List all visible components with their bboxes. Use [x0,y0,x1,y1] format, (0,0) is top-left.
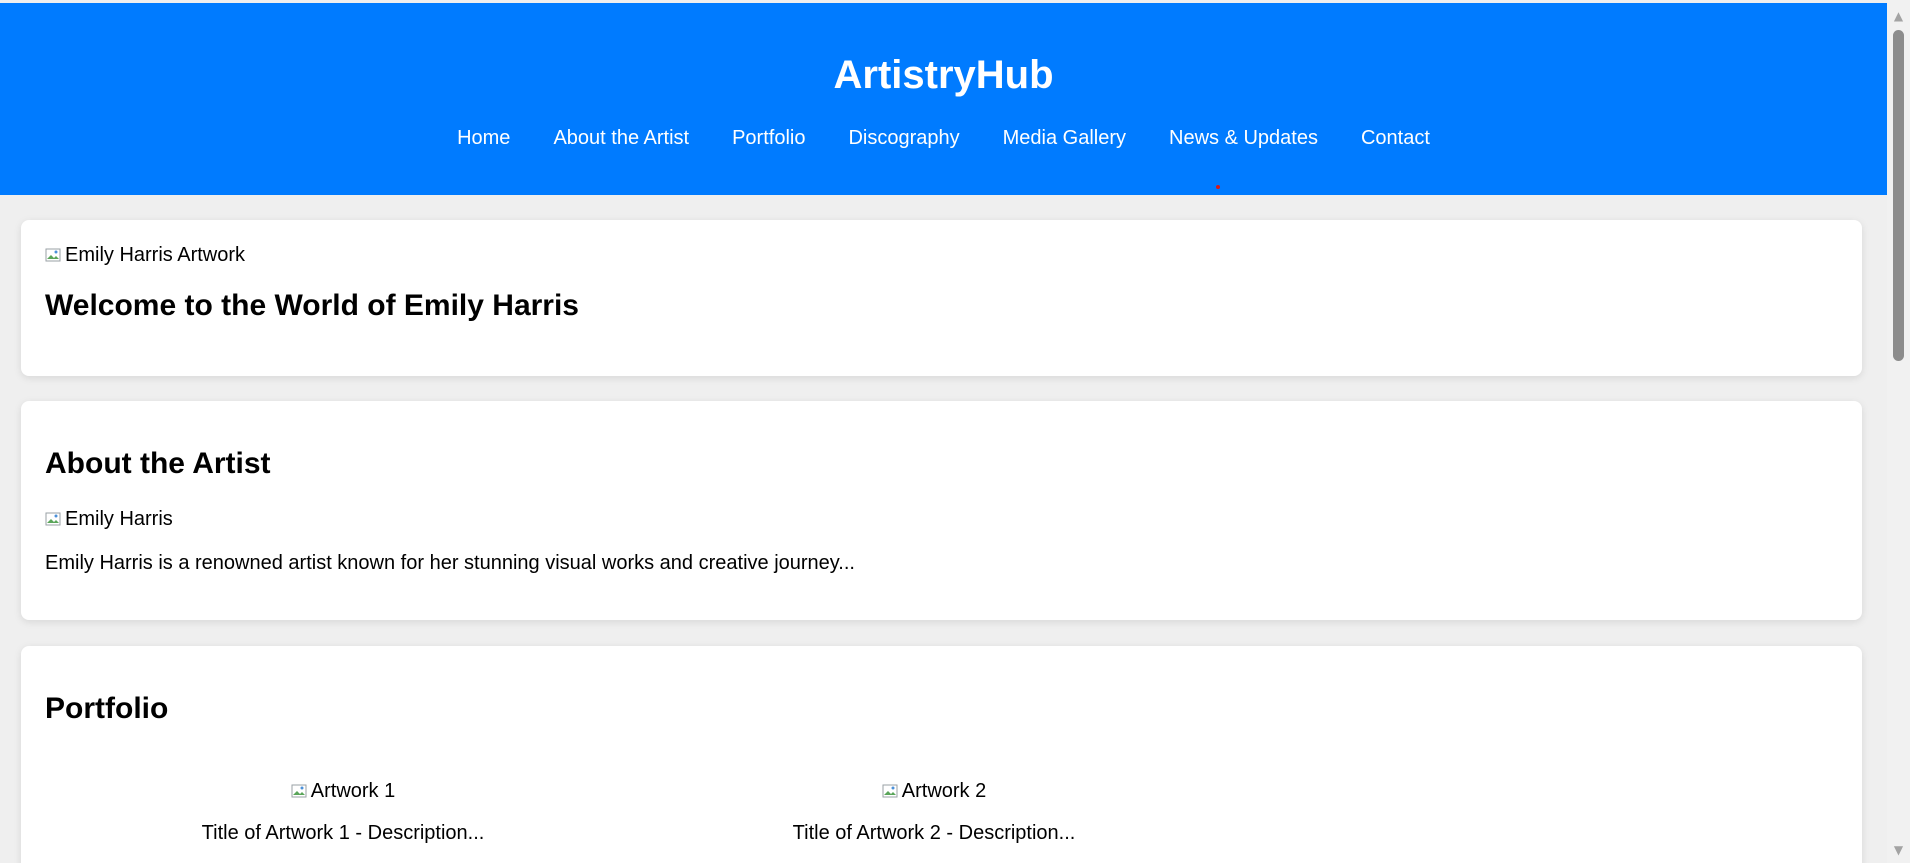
nav-link-discography[interactable]: Discography [848,125,959,151]
nav-indicator-dot [1216,185,1220,189]
artist-photo-alt: Emily Harris [65,508,173,530]
artwork-image-alt: Artwork 1 [310,780,396,802]
nav-link-media-gallery[interactable]: Media Gallery [1003,125,1126,151]
about-title: About the Artist [45,447,271,480]
vertical-scrollbar[interactable]: ▲ ▼ [1887,0,1910,863]
artwork-image-alt: Artwork 2 [901,780,987,802]
broken-image-icon [291,783,309,799]
about-section: About the Artist Emily Harris Emily Harr… [21,401,1862,620]
broken-image-icon [882,783,900,799]
nav-link-contact[interactable]: Contact [1361,125,1430,151]
nav-link-portfolio[interactable]: Portfolio [732,125,805,151]
hero-image: Emily Harris Artwork [45,243,245,267]
hero-title: Welcome to the World of Emily Harris [45,289,579,322]
nav-link-news-updates[interactable]: News & Updates [1169,125,1318,151]
main-nav: Home About the Artist Portfolio Discogra… [0,125,1887,151]
hero-section: Emily Harris Artwork Welcome to the Worl… [21,220,1862,376]
site-title: ArtistryHub [833,53,1054,97]
hero-image-alt: Emily Harris Artwork [65,244,246,266]
broken-image-icon [45,247,63,263]
artwork-caption: Title of Artwork 2 - Description... [792,822,1076,844]
browser-viewport: ArtistryHub Home About the Artist Portfo… [0,0,1910,863]
artist-photo: Emily Harris [45,507,173,531]
artwork-caption: Title of Artwork 1 - Description... [201,822,485,844]
portfolio-section: Portfolio Artwork 1 Title of Artwork 1 -… [21,646,1862,863]
nav-link-home[interactable]: Home [457,125,510,151]
scrollbar-thumb[interactable] [1893,30,1904,361]
broken-image-icon [45,511,63,527]
scroll-down-arrow-icon[interactable]: ▼ [1887,840,1910,860]
about-text: Emily Harris is a renowned artist known … [45,552,855,574]
nav-link-about[interactable]: About the Artist [553,125,689,151]
artwork-image: Artwork 2 [882,779,986,803]
portfolio-item[interactable]: Artwork 2 Title of Artwork 2 - Descripti… [724,779,1144,845]
portfolio-item[interactable]: Artwork 1 Title of Artwork 1 - Descripti… [133,779,553,845]
portfolio-title: Portfolio [45,692,169,725]
scroll-up-arrow-icon[interactable]: ▲ [1887,6,1910,26]
artwork-image: Artwork 1 [291,779,395,803]
page: ArtistryHub Home About the Artist Portfo… [0,0,1887,863]
site-header: ArtistryHub Home About the Artist Portfo… [0,3,1887,195]
